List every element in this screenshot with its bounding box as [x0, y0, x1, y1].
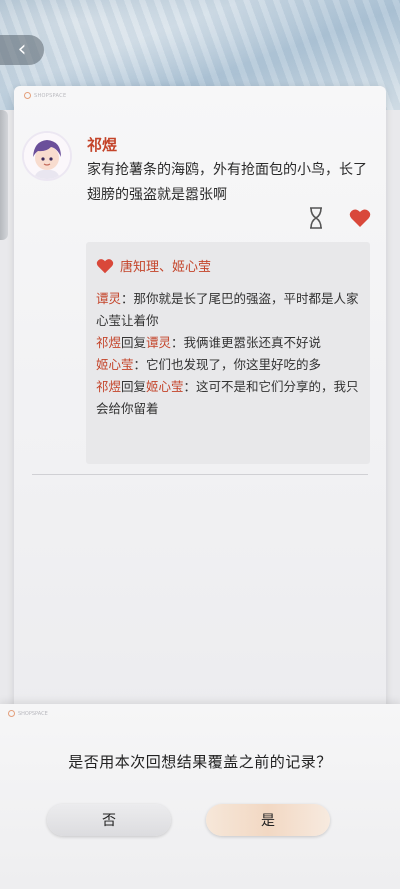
- comment-item[interactable]: 姬心莹：它们也发现了，你这里好吃的多: [96, 354, 362, 376]
- logo-icon: [24, 92, 31, 99]
- side-panel-edge: [0, 110, 8, 240]
- logo-icon: [8, 710, 15, 717]
- hourglass-icon[interactable]: [308, 207, 324, 229]
- comment-item[interactable]: 祁煜回复姬心莹：这可不是和它们分享的，我只会给你留着: [96, 376, 362, 420]
- avatar-portrait-icon: [24, 133, 70, 179]
- chevron-left-icon: ‹: [17, 37, 27, 62]
- comment-list: 谭灵：那你就是长了尾巴的强盗，平时都是人家心莹让着你 祁煜回复谭灵：我俩谁更嚣张…: [96, 288, 362, 420]
- divider: [32, 474, 368, 475]
- back-button[interactable]: ‹: [0, 35, 44, 65]
- comment-box: 唐知理、姬心莹 谭灵：那你就是长了尾巴的强盗，平时都是人家心莹让着你 祁煜回复谭…: [86, 242, 370, 464]
- comment-item[interactable]: 谭灵：那你就是长了尾巴的强盗，平时都是人家心莹让着你: [96, 288, 362, 332]
- heart-icon: [96, 258, 114, 273]
- watermark: SHOPSPACE: [8, 710, 48, 717]
- comment-item[interactable]: 祁煜回复谭灵：我俩谁更嚣张还真不好说: [96, 332, 362, 354]
- no-button[interactable]: 否: [47, 804, 171, 836]
- likes-row: 唐知理、姬心莹: [96, 256, 211, 275]
- sender-name: 祁煜: [87, 136, 118, 154]
- watermark: SHOPSPACE: [24, 92, 66, 99]
- moments-post-card: SHOPSPACE 祁煜 家有抢薯条的海鸥，外有抢面包的小鸟，长了翅膀的强盗就是…: [14, 86, 386, 726]
- yes-button[interactable]: 是: [206, 804, 330, 836]
- post-text: 家有抢薯条的海鸥，外有抢面包的小鸟，长了翅膀的强盗就是嚣张啊: [87, 162, 367, 203]
- dialog-question: 是否用本次回想结果覆盖之前的记录？: [68, 753, 332, 771]
- like-heart-icon[interactable]: [349, 208, 371, 228]
- confirm-dialog: SHOPSPACE 是否用本次回想结果覆盖之前的记录？ 否 是: [0, 704, 400, 889]
- likes-names: 唐知理、姬心莹: [120, 260, 212, 275]
- avatar[interactable]: [24, 133, 70, 179]
